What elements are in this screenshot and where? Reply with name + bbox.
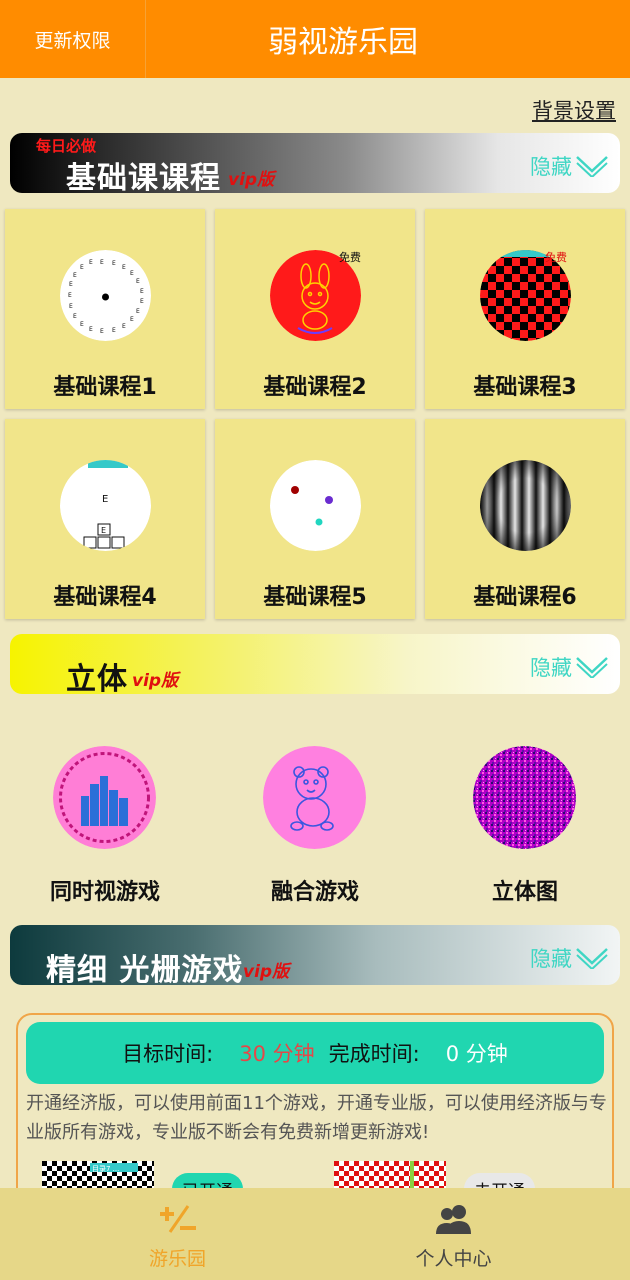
svg-text:E: E: [140, 288, 144, 295]
bear-cartoon-thumbnail: [263, 746, 366, 849]
course-label: 基础课程4: [53, 585, 157, 610]
section-title: 基础课课程: [66, 161, 221, 193]
stereogram-thumbnail: [473, 746, 576, 849]
tab-label: 个人中心: [415, 1248, 492, 1270]
progress-info-card: 目标时间: 30 分钟 完成时间: 0 分钟 开通经济版，可以使用前面11个游戏…: [16, 1013, 614, 1213]
svg-text:E: E: [122, 264, 126, 271]
svg-text:E: E: [100, 328, 104, 335]
tab-playground[interactable]: 游乐园: [20, 1188, 335, 1280]
svg-text:E: E: [73, 272, 77, 279]
svg-text:E: E: [136, 308, 140, 315]
bottom-tab-bar: 游乐园 个人中心: [0, 1188, 630, 1280]
vip-tag: vip版: [243, 962, 290, 982]
tab-personal-center[interactable]: 个人中心: [296, 1188, 611, 1280]
course-card-5[interactable]: 基础课程5: [215, 419, 415, 619]
svg-text:E: E: [122, 323, 126, 330]
course-card-2[interactable]: 免费 基础课程2: [215, 209, 415, 409]
background-settings-link[interactable]: 背景设置: [532, 95, 616, 125]
course-label: 基础课程3: [473, 375, 577, 400]
course-card-6[interactable]: 基础课程6: [425, 419, 625, 619]
svg-text:E: E: [130, 316, 134, 323]
hide-toggle-label[interactable]: 隐藏: [530, 652, 572, 682]
hide-toggle-label[interactable]: 隐藏: [530, 943, 572, 973]
course-card-4[interactable]: E E 基础课程4: [5, 419, 205, 619]
course-label: 基础课程1: [53, 375, 157, 400]
course-label: 基础课程5: [263, 585, 367, 610]
city-frame-thumbnail: [53, 746, 156, 849]
game-fusion[interactable]: 融合游戏: [215, 736, 415, 936]
tab-label: 游乐园: [148, 1248, 206, 1270]
hide-toggle-label[interactable]: 隐藏: [530, 151, 572, 181]
section-basic-courses-header[interactable]: 每日必做 基础课课程 vip版 隐藏: [10, 133, 620, 193]
target-time-value: 30 分钟: [239, 1042, 315, 1066]
done-time-value: 0 分钟: [445, 1042, 508, 1066]
chevron-down-icon[interactable]: [574, 153, 610, 177]
chevron-down-icon[interactable]: [574, 945, 610, 969]
section-stereo-header[interactable]: 立体 vip版 隐藏: [10, 634, 620, 694]
vip-tag: vip版: [228, 170, 275, 190]
course-card-3[interactable]: 免费 基础课程3: [425, 209, 625, 409]
svg-text:E: E: [80, 264, 84, 271]
free-tag: 免费: [339, 251, 361, 264]
svg-text:E: E: [101, 526, 106, 535]
svg-text:E: E: [69, 303, 73, 310]
done-time-label: 完成时间:: [328, 1042, 420, 1066]
svg-text:E: E: [100, 259, 104, 266]
chevron-down-icon[interactable]: [574, 654, 610, 678]
svg-text:E: E: [130, 270, 134, 277]
game-label: 立体图: [491, 880, 558, 905]
target-time-label: 目标时间:: [122, 1042, 214, 1066]
vip-tag: vip版: [132, 671, 179, 691]
plan-description: 开通经济版，可以使用前面11个游戏，开通专业版，可以使用经济版与专业版所有游戏，…: [26, 1093, 607, 1143]
time-pill: 目标时间: 30 分钟 完成时间: 0 分钟: [26, 1022, 604, 1084]
svg-text:E: E: [136, 278, 140, 285]
svg-text:E: E: [140, 298, 144, 305]
page-title: 弱视游乐园: [268, 25, 418, 60]
course-card-1[interactable]: EEEE EEEE EEEE EEEE EEEEE 基础课程1: [5, 209, 205, 409]
users-icon: [435, 1205, 471, 1234]
svg-text:E: E: [112, 327, 116, 334]
update-permission-button[interactable]: 更新权限: [0, 0, 146, 78]
top-bar: 更新权限 弱视游乐园: [0, 0, 630, 78]
grating-thumbnail: [480, 460, 571, 551]
mini-thumbnail-text: 目录7 ...: [92, 1165, 119, 1173]
svg-text:E: E: [73, 313, 77, 320]
svg-text:E: E: [89, 259, 93, 266]
svg-text:E: E: [89, 326, 93, 333]
clock-chart-thumbnail: EEEE EEEE EEEE EEEE EEEEE: [60, 250, 151, 341]
section-grating-header[interactable]: 精细 光栅游戏 vip版 隐藏: [10, 925, 620, 985]
dots-thumbnail: [270, 460, 361, 551]
game-stereogram[interactable]: 立体图: [425, 736, 625, 936]
svg-text:E: E: [80, 321, 84, 328]
course-label: 基础课程6: [473, 585, 577, 610]
plus-minus-icon: [159, 1205, 196, 1233]
free-tag: 免费: [545, 251, 567, 264]
game-label: 同时视游戏: [49, 880, 160, 905]
course-label: 基础课程2: [263, 375, 367, 400]
svg-text:E: E: [68, 292, 72, 299]
section-title: 立体: [66, 662, 128, 694]
game-label: 融合游戏: [270, 880, 359, 905]
svg-text:E: E: [102, 494, 108, 505]
svg-text:E: E: [69, 281, 73, 288]
section-title: 精细 光栅游戏: [46, 953, 244, 985]
e-chart-thumbnail: E E: [60, 460, 151, 551]
svg-text:E: E: [112, 260, 116, 267]
game-simultaneous-vision[interactable]: 同时视游戏: [5, 736, 205, 936]
